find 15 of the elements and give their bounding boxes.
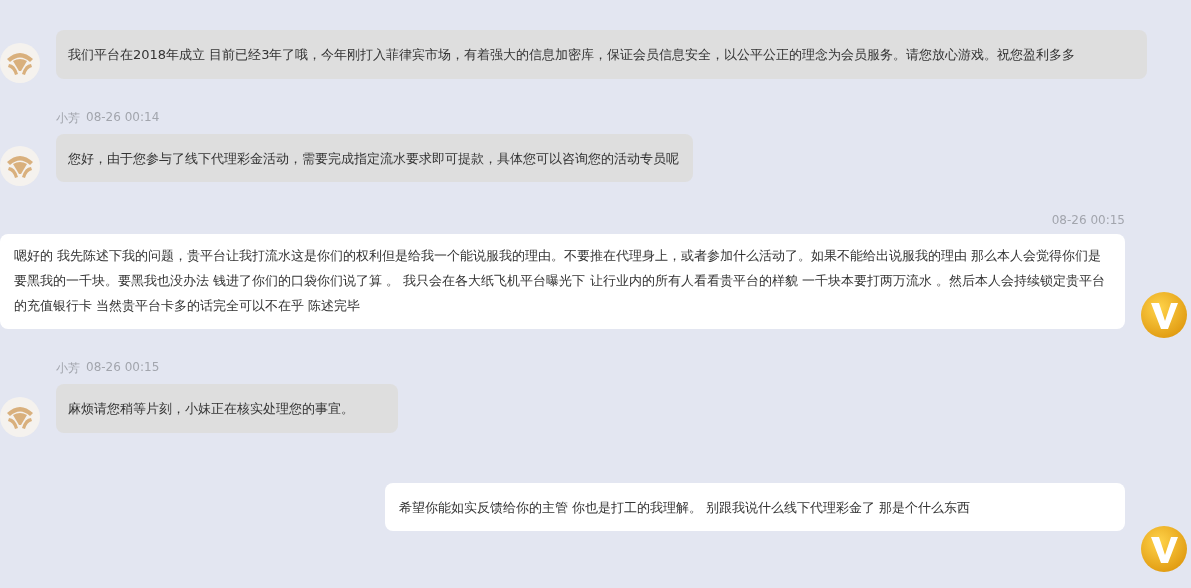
message-bubble: 麻烦请您稍等片刻，小妹正在核实处理您的事宜。 — [56, 384, 398, 433]
avatar-icon — [1140, 525, 1188, 573]
message-time: 08-26 00:14 — [86, 110, 160, 126]
message-bubble: 嗯好的 我先陈述下我的问题，贵平台让我打流水这是你们的权利但是给我一个能说服我的理由。不要推在代理身上，或者参加什么活动了。如果不能给出说服我的理由 那么本人会觉得你们是要黑我的一千块。要黑我也没办法 钱进了你们的口袋你们说了算 。 我只会在各大纸飞机平台曝光下 让行业内的所有人看看贵平台的样貌 一千块本要打两万流水 。然后本人会持续锁定贵平台的充值银行卡 当然贵平台卡多的话完全可以不在乎 陈述完毕 — [0, 234, 1125, 329]
avatar-icon — [0, 397, 40, 437]
sender-name: 小芳 — [56, 110, 80, 127]
message-bubble: 希望你能如实反馈给你的主管 你也是打工的我理解。 别跟我说什么线下代理彩金了 那是个什么东西 — [385, 483, 1125, 531]
sender-name: 小芳 — [56, 360, 80, 377]
avatar-icon — [0, 146, 40, 186]
message-bubble: 您好，由于您参与了线下代理彩金活动，需要完成指定流水要求即可提款，具体您可以咨询您的活动专员呢 — [56, 134, 693, 182]
avatar-icon — [0, 43, 40, 83]
message-time: 08-26 00:15 — [1051, 213, 1125, 227]
message-bubble: 我们平台在2018年成立 目前已经3年了哦，今年刚打入菲律宾市场，有着强大的信息加密库，保证会员信息安全，以公平公正的理念为会员服务。请您放心游戏。祝您盈利多多 — [56, 30, 1147, 79]
message-time: 08-26 00:15 — [86, 360, 160, 376]
avatar-icon — [1140, 291, 1188, 339]
